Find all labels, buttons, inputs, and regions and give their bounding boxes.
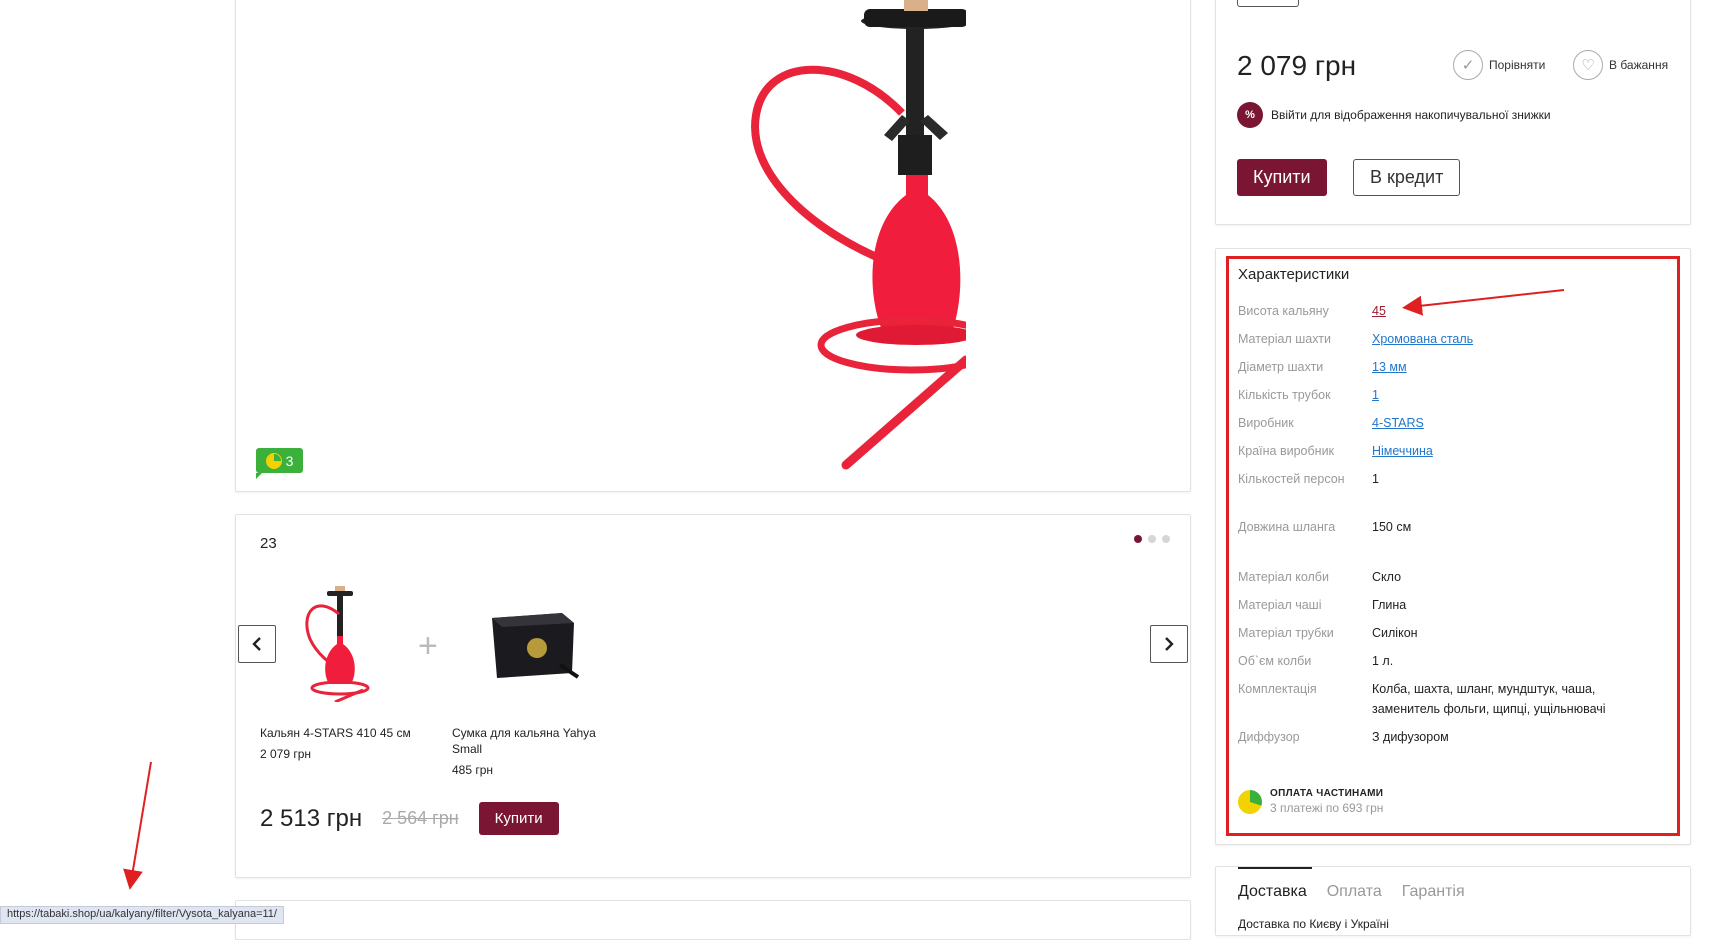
wishlist-button[interactable]: ♡ В бажання [1573, 50, 1668, 80]
product-image[interactable] [666, 0, 966, 485]
discount-login-link[interactable]: % Ввійти для відображення накопичувально… [1237, 102, 1551, 128]
spec-row: Довжина шланга 150 см [1238, 517, 1658, 537]
spec-row: Виробник 4-STARS [1238, 413, 1658, 433]
installments-sub: 3 платежі по 693 грн [1270, 801, 1384, 815]
chevron-right-icon [1165, 637, 1174, 651]
spec-label: Об`єм колби [1238, 654, 1312, 668]
spec-row: Країна виробник Німеччина [1238, 441, 1658, 461]
bundle-old-price: 2 564 грн [382, 808, 459, 828]
delivery-card: Доставка Оплата Гарантія Доставка по Киє… [1215, 866, 1691, 936]
discount-text: Ввійти для відображення накопичувальної … [1271, 108, 1551, 122]
bundle-item-name[interactable]: Кальян 4-STARS 410 45 см [260, 725, 420, 741]
variant-button[interactable] [1237, 0, 1299, 7]
carousel-dot[interactable] [1148, 535, 1156, 543]
spec-row: Диффузор З дифузором [1238, 727, 1658, 747]
reviews-icon [265, 452, 282, 469]
spec-row: Об`єм колби 1 л. [1238, 651, 1658, 671]
tab-delivery[interactable]: Доставка [1238, 883, 1307, 901]
spec-label: Кількостей персон [1238, 472, 1345, 486]
delivery-tabs: Доставка Оплата Гарантія [1238, 883, 1465, 901]
price-card: 2 079 грн ✓ Порівняти ♡ В бажання % Ввій… [1215, 0, 1691, 225]
spec-label: Країна виробник [1238, 444, 1335, 458]
bundle-item-price: 485 грн [452, 763, 494, 777]
specs-card: Характеристики Висота кальяну 45 Матеріа… [1215, 248, 1691, 845]
installments-title: ОПЛАТА ЧАСТИНАМИ [1270, 788, 1384, 799]
spec-row: Діаметр шахти 13 мм [1238, 357, 1658, 377]
delivery-sub: Доставка по Києву і Україні [1238, 917, 1389, 931]
spec-row: Кількостей персон 1 [1238, 469, 1658, 489]
spec-row: Матеріал трубки Силікон [1238, 623, 1658, 643]
bundle-item-name[interactable]: Сумка для кальяна Yahya Small [452, 725, 612, 757]
reviews-badge[interactable]: 3 [256, 448, 303, 479]
spec-label: Матеріал колби [1238, 570, 1329, 584]
bundle-item-image[interactable] [260, 583, 420, 703]
carousel-dot[interactable] [1162, 535, 1170, 543]
tab-payment[interactable]: Оплата [1327, 883, 1382, 901]
spec-value: Глина [1372, 598, 1407, 612]
credit-button[interactable]: В кредит [1353, 159, 1461, 196]
product-image-card: 3 [235, 0, 1191, 492]
product-price: 2 079 грн [1237, 50, 1357, 81]
buy-button[interactable]: Купити [1237, 159, 1327, 196]
spec-value-link[interactable]: 1 [1372, 385, 1658, 405]
compare-label: Порівняти [1489, 58, 1546, 72]
spec-value: З дифузором [1372, 730, 1449, 744]
spec-row: Висота кальяну 45 [1238, 301, 1658, 321]
active-tab-indicator [1238, 867, 1312, 869]
carousel-dots [1134, 535, 1170, 543]
carousel-next-button[interactable] [1150, 625, 1188, 663]
spec-label: Кількість трубок [1238, 388, 1331, 402]
spec-label: Комплектація [1238, 682, 1317, 696]
spec-label: Диффузор [1238, 730, 1300, 744]
reviews-count: 3 [285, 452, 294, 469]
spec-row: Комплектація Колба, шахта, шланг, мундшт… [1238, 679, 1658, 719]
spec-row: Матеріал колби Скло [1238, 567, 1658, 587]
bundle-item[interactable]: Сумка для кальяна Yahya Small 485 грн [452, 583, 612, 777]
compare-button[interactable]: ✓ Порівняти [1453, 50, 1545, 80]
installments-icon [1238, 789, 1262, 814]
browser-status-bar: https://tabaki.shop/ua/kalyany/filter/Vy… [0, 906, 284, 924]
spec-value-link[interactable]: Хромована сталь [1372, 329, 1658, 349]
bundle-card: 23 Кальян 4-STARS 410 45 см 2 079 грн + [235, 514, 1191, 878]
percent-icon: % [1237, 102, 1263, 128]
spec-label: Висота кальяну [1238, 304, 1329, 318]
bundle-item-price: 2 079 грн [260, 747, 312, 761]
spec-row: Матеріал шахти Хромована сталь [1238, 329, 1658, 349]
annotation-arrow [123, 761, 152, 890]
bundle-buy-button[interactable]: Купити [478, 802, 559, 835]
next-section-card [235, 900, 1191, 940]
bundle-item[interactable]: Кальян 4-STARS 410 45 см 2 079 грн [260, 583, 420, 761]
carousel-dot[interactable] [1134, 535, 1142, 543]
bundle-total-price: 2 513 грн [260, 804, 363, 832]
spec-value: Силікон [1372, 626, 1418, 640]
spec-value: 150 см [1372, 520, 1412, 534]
bundle-title: 23 [260, 535, 277, 552]
spec-label: Матеріал шахти [1238, 332, 1332, 346]
tab-warranty[interactable]: Гарантія [1402, 883, 1465, 901]
plus-icon: + [418, 627, 438, 665]
bundle-item-image[interactable] [452, 583, 612, 703]
check-icon: ✓ [1453, 50, 1483, 80]
heart-icon: ♡ [1573, 50, 1603, 80]
wishlist-label: В бажання [1609, 58, 1669, 72]
spec-value-link[interactable]: 4-STARS [1372, 413, 1658, 433]
spec-value-link[interactable]: Німеччина [1372, 441, 1658, 461]
spec-label: Виробник [1238, 416, 1294, 430]
spec-value-link[interactable]: 13 мм [1372, 357, 1658, 377]
spec-label: Матеріал чаші [1238, 598, 1322, 612]
bundle-total: 2 513 грн 2 564 грн Купити [260, 802, 559, 835]
spec-value: Скло [1372, 570, 1402, 584]
spec-row: Матеріал чаші Глина [1238, 595, 1658, 615]
spec-value-link[interactable]: 45 [1372, 301, 1658, 321]
spec-value: 1 л. [1372, 654, 1394, 668]
spec-row: Кількість трубок 1 [1238, 385, 1658, 405]
spec-value: Колба, шахта, шланг, мундштук, чаша, зам… [1372, 682, 1606, 716]
specs-title: Характеристики [1238, 266, 1350, 283]
spec-value: 1 [1372, 472, 1379, 486]
spec-label: Діаметр шахти [1238, 360, 1324, 374]
spec-label: Матеріал трубки [1238, 626, 1334, 640]
spec-label: Довжина шланга [1238, 520, 1336, 534]
installments-info[interactable]: ОПЛАТА ЧАСТИНАМИ 3 платежі по 693 грн [1238, 788, 1383, 815]
